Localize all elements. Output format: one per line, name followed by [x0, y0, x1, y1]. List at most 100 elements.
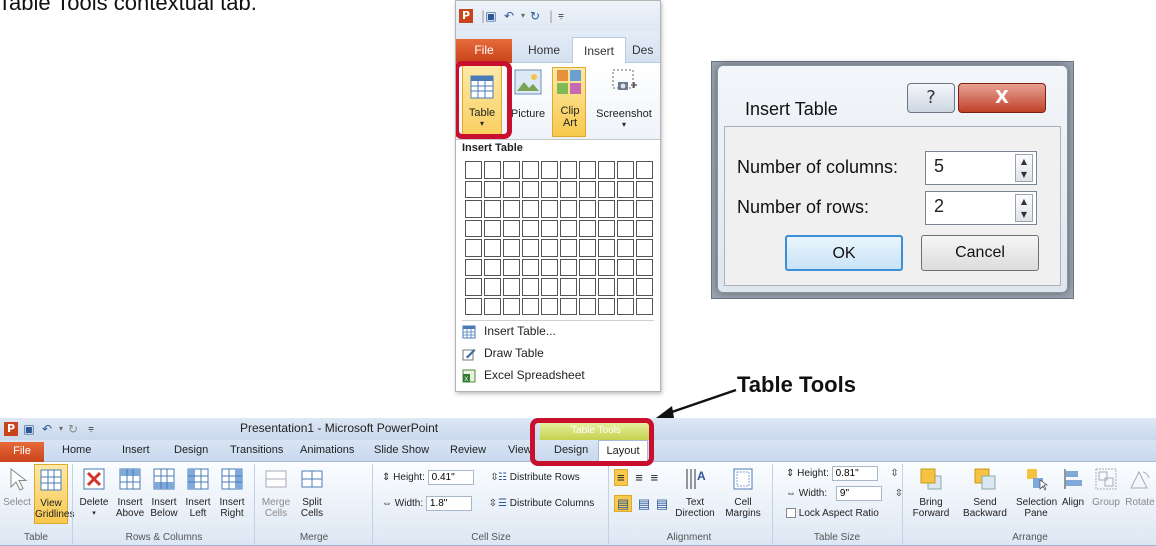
columns-spinner[interactable]: 5 ▲ ▼: [925, 151, 1037, 185]
cell-height-input[interactable]: [427, 470, 474, 485]
align-top-icon[interactable]: ▤: [614, 495, 633, 512]
cell-margins-button[interactable]: Cell Margins: [722, 466, 764, 519]
tab-animations[interactable]: Animations: [300, 444, 354, 456]
insert-right-button[interactable]: Insert Right: [216, 466, 248, 519]
spin-up-icon[interactable]: ▲: [1016, 195, 1032, 208]
insert-below-button[interactable]: Insert Below: [148, 466, 180, 519]
tab-design[interactable]: Des: [632, 43, 660, 57]
grid-cell[interactable]: [579, 239, 596, 257]
grid-cell[interactable]: [465, 278, 482, 296]
ok-button[interactable]: OK: [785, 235, 903, 271]
grid-cell[interactable]: [522, 200, 539, 218]
spin-down-icon[interactable]: ▼: [1016, 208, 1032, 221]
grid-cell[interactable]: [503, 200, 520, 218]
grid-cell[interactable]: [579, 180, 596, 198]
rotate-button[interactable]: Rotate: [1124, 466, 1156, 508]
grid-cell[interactable]: [503, 278, 520, 296]
table-height-input[interactable]: [831, 466, 878, 481]
grid-cell[interactable]: [636, 200, 653, 218]
group-button[interactable]: Group: [1090, 466, 1122, 508]
tab-home[interactable]: Home: [518, 43, 570, 57]
redo-icon[interactable]: ↻: [528, 9, 542, 23]
grid-cell[interactable]: [560, 297, 577, 315]
insert-left-button[interactable]: Insert Left: [182, 466, 214, 519]
grid-cell[interactable]: [484, 219, 501, 237]
grid-cell[interactable]: [503, 297, 520, 315]
bring-forward-button[interactable]: Bring Forward: [906, 466, 956, 519]
grid-cell[interactable]: [636, 297, 653, 315]
columns-spin-arrows[interactable]: ▲ ▼: [1015, 154, 1033, 182]
grid-cell[interactable]: [465, 161, 482, 179]
redo-icon[interactable]: ↻: [66, 422, 80, 436]
grid-cell[interactable]: [617, 278, 634, 296]
spinner-icon[interactable]: ⇳: [890, 468, 898, 479]
grid-cell[interactable]: [617, 180, 634, 198]
align-right-icon[interactable]: ≡: [650, 470, 658, 485]
close-button[interactable]: X: [958, 83, 1046, 113]
tab-transitions[interactable]: Transitions: [230, 444, 283, 456]
table-width-input[interactable]: [835, 486, 882, 501]
grid-cell[interactable]: [636, 239, 653, 257]
menu-item-draw-table[interactable]: Draw Table: [462, 346, 652, 366]
grid-cell[interactable]: [579, 258, 596, 276]
grid-cell[interactable]: [484, 239, 501, 257]
grid-cell[interactable]: [598, 297, 615, 315]
grid-cell[interactable]: [598, 239, 615, 257]
text-direction-button[interactable]: A Text Direction: [672, 466, 718, 519]
grid-cell[interactable]: [636, 180, 653, 198]
grid-cell[interactable]: [579, 161, 596, 179]
tab-view[interactable]: View: [508, 444, 532, 456]
grid-cell[interactable]: [522, 258, 539, 276]
grid-cell[interactable]: [541, 180, 558, 198]
rows-value[interactable]: 2: [934, 196, 944, 217]
grid-cell[interactable]: [484, 200, 501, 218]
grid-cell[interactable]: [579, 200, 596, 218]
grid-cell[interactable]: [484, 161, 501, 179]
menu-item-excel-spreadsheet[interactable]: X Excel Spreadsheet: [462, 368, 652, 388]
lock-aspect-ratio-row[interactable]: Lock Aspect Ratio: [786, 508, 879, 519]
tab-file[interactable]: File: [456, 39, 512, 63]
distribute-columns-button[interactable]: ☰ Distribute Columns: [498, 498, 594, 509]
grid-cell[interactable]: [522, 161, 539, 179]
grid-cell[interactable]: [560, 258, 577, 276]
grid-cell[interactable]: [560, 161, 577, 179]
grid-cell[interactable]: [465, 200, 482, 218]
grid-cell[interactable]: [598, 180, 615, 198]
grid-cell[interactable]: [617, 258, 634, 276]
grid-cell[interactable]: [598, 200, 615, 218]
grid-cell[interactable]: [522, 278, 539, 296]
grid-cell[interactable]: [560, 219, 577, 237]
grid-cell[interactable]: [465, 297, 482, 315]
grid-cell[interactable]: [503, 161, 520, 179]
save-icon[interactable]: ▣: [484, 9, 498, 23]
grid-cell[interactable]: [636, 278, 653, 296]
tab-slide-show[interactable]: Slide Show: [374, 444, 429, 456]
table-size-grid[interactable]: [464, 160, 654, 316]
grid-cell[interactable]: [541, 297, 558, 315]
grid-cell[interactable]: [541, 239, 558, 257]
grid-cell[interactable]: [560, 278, 577, 296]
grid-cell[interactable]: [579, 278, 596, 296]
grid-cell[interactable]: [465, 258, 482, 276]
grid-cell[interactable]: [598, 258, 615, 276]
merge-cells-button[interactable]: Merge Cells: [260, 466, 292, 519]
grid-cell[interactable]: [503, 180, 520, 198]
clip-art-button[interactable]: Clip Art: [552, 67, 586, 137]
grid-cell[interactable]: [541, 278, 558, 296]
tab-design[interactable]: Design: [174, 444, 208, 456]
tab-review[interactable]: Review: [450, 444, 486, 456]
align-left-icon[interactable]: ≡: [614, 469, 628, 486]
grid-cell[interactable]: [541, 219, 558, 237]
grid-cell[interactable]: [484, 180, 501, 198]
grid-cell[interactable]: [465, 239, 482, 257]
cancel-button[interactable]: Cancel: [921, 235, 1039, 271]
grid-cell[interactable]: [465, 219, 482, 237]
align-center-icon[interactable]: ≡: [635, 470, 643, 485]
grid-cell[interactable]: [617, 239, 634, 257]
grid-cell[interactable]: [522, 239, 539, 257]
customize-qat-icon[interactable]: ⩦: [84, 422, 98, 436]
grid-cell[interactable]: [598, 278, 615, 296]
grid-cell[interactable]: [598, 161, 615, 179]
grid-cell[interactable]: [617, 161, 634, 179]
select-button[interactable]: Select: [2, 466, 32, 508]
